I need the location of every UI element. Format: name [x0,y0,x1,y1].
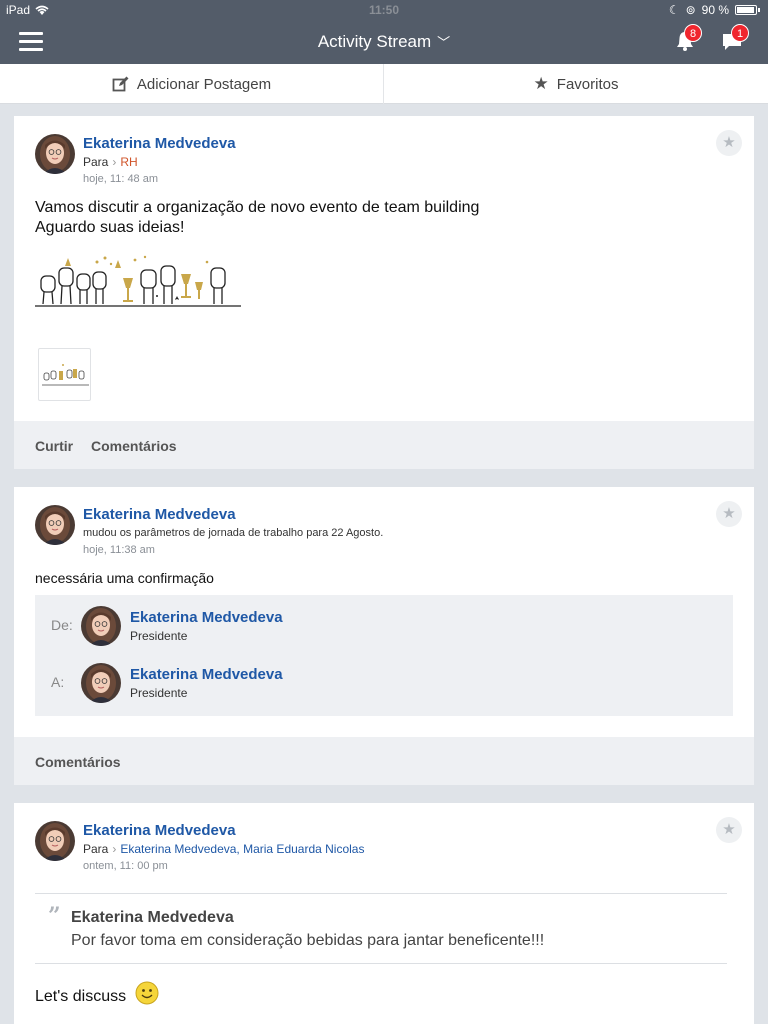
like-button[interactable]: Curtir [35,438,73,454]
chevron-down-icon: ﹀ [437,35,451,50]
post-recipients: Para › Ekaterina Medvedeva, Maria Eduarda … [83,842,365,856]
workday-change-box: De: Ekaterina Medvedeva Presidente A: Ek… [35,595,733,716]
quote-author: Ekaterina Medvedeva [71,909,234,926]
notifications-badge: 8 [684,24,702,42]
comments-button[interactable]: Comentários [35,754,121,770]
quote-icon: ” [48,903,61,929]
from-user-name[interactable]: Ekaterina Medvedeva [130,609,283,626]
recipient-link[interactable]: RH [120,155,137,169]
post-actions-bar: Comentários [14,737,754,785]
stream-selector[interactable]: Activity Stream ﹀ [0,32,768,52]
avatar[interactable] [35,821,75,861]
post-actions-bar: Curtir Comentários [14,421,754,469]
comments-button[interactable]: Comentários [91,438,177,454]
post-time: hoje, 11: 48 am [83,173,159,185]
to-user-name[interactable]: Ekaterina Medvedeva [130,666,283,683]
add-post-button[interactable]: Adicionar Postagem [0,64,384,104]
to-label: A: [51,674,65,690]
page-title: Activity Stream [317,32,432,51]
status-bar: iPad 11:50 ☾ ⊚ 90 % [0,0,768,20]
clock: 11:50 [368,3,400,17]
chevron-right-icon: › [112,842,117,856]
rotation-lock-icon: ⊚ [685,3,696,17]
star-icon: ★ [533,74,549,93]
post-action-text: mudou os parâmetros de jornada de trabal… [83,527,384,539]
messages-button[interactable]: 1 [721,24,749,54]
post-time: hoje, 11:38 am [83,544,155,556]
top-bar: iPad 11:50 ☾ ⊚ 90 % Activity Stream ﹀ 8 … [0,0,768,64]
divider [35,963,727,964]
post-time: ontem, 11: 00 pm [83,860,168,872]
smiley-icon [135,981,159,1005]
from-label: De: [51,617,73,633]
post-text: necessária uma confirmação [35,570,214,586]
add-post-label: Adicionar Postagem [136,75,272,93]
post-text: Vamos discutir a organização de novo eve… [35,199,480,236]
battery-icon [735,5,757,15]
from-user-role: Presidente [130,629,188,643]
nav-bar: Activity Stream ﹀ 8 1 [0,20,768,64]
moon-icon: ☾ [668,3,680,17]
recipient-link[interactable]: Ekaterina Medvedeva, Maria Eduarda Nicol… [120,842,364,856]
avatar[interactable] [81,663,121,703]
tab-bar: Adicionar Postagem ★ Favoritos [0,64,768,104]
quote-text: Por favor toma em consideração bebidas p… [71,932,545,949]
post-text: Let's discuss [35,981,159,1007]
avatar[interactable] [35,134,75,174]
messages-badge: 1 [731,24,749,42]
post-recipients: Para › RH [83,155,138,169]
favorite-star-button[interactable]: ★ [716,501,742,527]
edit-icon [112,76,129,91]
post-author[interactable]: Ekaterina Medvedeva [83,822,236,839]
to-user-role: Presidente [130,686,188,700]
divider [35,893,727,894]
attachment-thumbnail[interactable] [38,348,91,401]
favorite-star-button[interactable]: ★ [716,817,742,843]
post-card: Ekaterina Medvedeva Para › Ekaterina Medve… [14,803,754,1024]
post-card: Ekaterina Medvedeva mudou os parâmetros … [14,487,754,785]
notifications-button[interactable]: 8 [674,24,702,54]
avatar[interactable] [35,505,75,545]
post-author[interactable]: Ekaterina Medvedeva [83,135,236,152]
post-card: Ekaterina Medvedeva Para › RH hoje, 11: 48… [14,116,754,469]
team-party-image[interactable] [35,254,243,310]
favorite-star-button[interactable]: ★ [716,130,742,156]
post-author[interactable]: Ekaterina Medvedeva [83,506,236,523]
favorites-button[interactable]: ★ Favoritos [384,64,768,104]
favorites-label: Favoritos [556,75,619,93]
chevron-right-icon: › [112,155,117,169]
battery-percent: 90 % [701,3,729,17]
avatar[interactable] [81,606,121,646]
